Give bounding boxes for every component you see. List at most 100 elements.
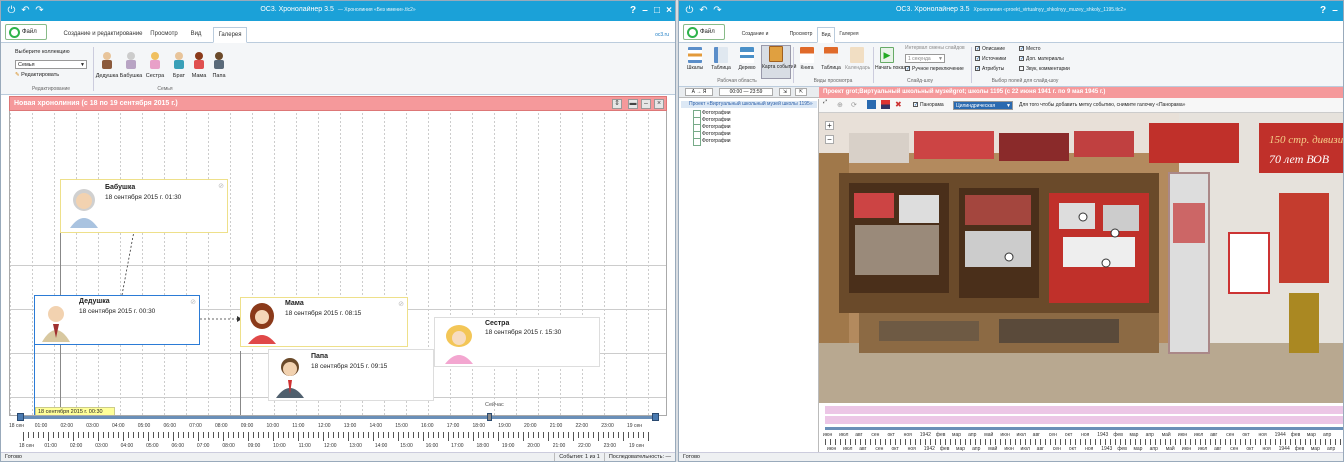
rotate-icon[interactable]: ⟳ [851,101,857,109]
field-sound-checkbox[interactable]: Звук, комментарии [1019,66,1070,72]
person-sister-button[interactable]: Сестра [143,51,167,79]
nav-expand-icon[interactable]: ⇱ [795,88,807,96]
scale-tick-label: фев [935,432,946,438]
event-card-sister[interactable]: Сестра 18 сентября 2015 г. 15:30 [434,317,600,367]
status-events: События: 1 из 1 [554,453,604,461]
file-logo-icon [9,27,20,38]
view-scales-button[interactable]: Шкалы [683,47,707,71]
museum-panorama-photo[interactable]: 150 стр. дивизия 70 лет ВОВ + − [819,113,1343,403]
right-range-slider[interactable] [825,427,1343,430]
field-place-checkbox[interactable]: ✓ Место [1019,46,1041,52]
person-father-button[interactable]: Папа [207,51,231,79]
right-timeline-scale[interactable]: июн июл авг сен окт ноя 1942 фев мар апр май июн июл… [819,403,1343,454]
time-range-button[interactable]: 00:00 — 23:59 [719,88,773,96]
fullscreen-icon[interactable]: ⤢ [823,99,827,105]
file-menu-button[interactable]: Файл [683,24,725,40]
event-card-grandmother[interactable]: Бабушка 18 сентября 2015 г. 01:30 ⊘ [60,179,228,233]
timeline-canvas[interactable]: Бабушка 18 сентября 2015 г. 01:30 ⊘ Деду… [9,111,667,415]
scale-tick-label: апр [968,432,977,438]
scale-tick-label: 02:00 [69,443,83,449]
tab-gallery[interactable]: Галерея [213,27,247,43]
timeline-band [825,416,1343,424]
edit-collection-button[interactable]: ✎ Редактировать [15,72,59,78]
status-sequence: Последовательность: — [603,453,675,461]
scale-tick-label: 14:00 [369,423,383,429]
color-icon[interactable] [881,100,890,109]
tab-create-edit[interactable]: Создание и редактирование [63,27,143,43]
scale-tick-label: 09:00 [240,423,254,429]
person-grandmother-button[interactable]: Бабушка [119,51,143,79]
table2-icon [824,47,838,63]
scale-tick-label: 01:00 [34,423,48,429]
tab-vid[interactable]: Вид [185,27,207,43]
field-attributes-checkbox[interactable]: ✓ Атрибуты [975,66,1004,72]
start-slideshow-button[interactable]: ▶ Начать показ [875,47,906,71]
event-card-mother[interactable]: Мама 18 сентября 2015 г. 08:15 ⊘ [240,297,408,347]
view-table2-button[interactable]: Таблица [819,47,843,71]
range-slider[interactable] [17,413,659,421]
timeline-scale[interactable]: 18 сен 01:00 02:00 03:00 04:00 05:00 06:00 07:0… [9,413,667,453]
view-event-map-button[interactable]: Карта событий [761,45,796,79]
tree-item[interactable]: Фотографии [693,138,731,146]
range-end-handle[interactable] [652,413,659,421]
file-logo-icon [687,27,698,38]
scale-tick-label: 18 сен [9,423,24,429]
panel-close-icon[interactable]: × [654,99,664,109]
card-date: 18 сентября 2015 г. 08:15 [285,310,362,317]
minimize-button[interactable]: – [639,4,651,17]
tree-item[interactable]: Фотографии [693,117,731,125]
sort-az-button[interactable]: А → Я [685,88,713,96]
view-calendar-button[interactable]: Календарь [845,47,870,71]
site-link[interactable]: oc3.ru [655,32,669,38]
calendar-icon [850,47,864,63]
field-description-checkbox[interactable]: ✓ Описание [975,46,1005,52]
field-sources-checkbox[interactable]: ✓ Источники [975,56,1006,62]
panorama-checkbox[interactable]: ✓ Панорама [913,102,944,108]
person-grandfather-button[interactable]: Дедушка [95,51,119,79]
zoom-icon[interactable]: ⊕ [837,101,843,109]
panel-filter-icon[interactable]: ⇕ [612,99,622,109]
tree-item[interactable]: Фотографии [693,131,731,139]
card-date: 18 сентября 2015 г. 00:30 [79,308,156,315]
tab-create-edit[interactable]: Создание и редактирование [725,27,785,51]
panel-minimize-icon[interactable]: – [641,99,651,109]
tab-view-mode[interactable]: Просмотр [787,27,815,43]
tab-view-mode[interactable]: Просмотр [147,27,181,43]
scales-icon [688,47,702,63]
scale-tick-label: 08:00 [222,443,235,449]
delete-mark-icon[interactable]: ✖ [895,100,902,109]
view-table-button[interactable]: Таблица [709,47,733,71]
tree-root-item[interactable]: Проект «Виртуальный школьный музей школы… [681,101,817,108]
nav-collapse-icon[interactable]: ⇲ [779,88,791,96]
minimize-button[interactable]: – [1329,4,1341,17]
zoom-in-button[interactable]: + [825,121,834,130]
collection-select[interactable]: Семья ▼ [15,60,87,69]
tab-gallery[interactable]: Галерея [837,27,861,43]
file-menu-button[interactable]: Файл [5,24,47,40]
tree-item[interactable]: Фотографии [693,110,731,118]
manual-switch-checkbox[interactable]: ✓ Ручное переключение [905,66,964,72]
tree-icon [740,47,754,63]
event-card-father[interactable]: Папа 18 сентября 2015 г. 09:15 [268,349,434,401]
range-start-handle[interactable] [17,413,24,421]
tab-vid[interactable]: Вид [817,27,835,43]
view-book-button[interactable]: Книга [795,47,819,71]
panel-collapse-icon[interactable]: ▬ [628,99,638,109]
scale-tick-label: июл [839,432,849,438]
panorama-mode-select[interactable]: Цилиндрическая ▼ [953,101,1013,110]
status-text: Готово [683,454,700,460]
close-button[interactable]: × [663,4,675,17]
interval-select[interactable]: 1 секунда ▼ [905,54,945,63]
father-icon [214,52,224,69]
view-tree-button[interactable]: Дерево [735,47,759,71]
tree-item[interactable]: Фотографии [693,124,731,132]
zoom-out-button[interactable]: − [825,135,834,144]
blue-square-icon[interactable] [867,100,876,109]
scale-tick-label: 12:00 [324,443,337,449]
help-icon[interactable]: ? [1317,4,1329,17]
event-card-grandfather[interactable]: Дедушка 18 сентября 2015 г. 00:30 ⊘ [34,295,200,345]
right-scale-ruler [825,439,1343,445]
field-materials-checkbox[interactable]: ✓ Доп. материалы [1019,56,1064,62]
maximize-button[interactable]: □ [651,4,663,17]
help-icon[interactable]: ? [627,4,639,17]
